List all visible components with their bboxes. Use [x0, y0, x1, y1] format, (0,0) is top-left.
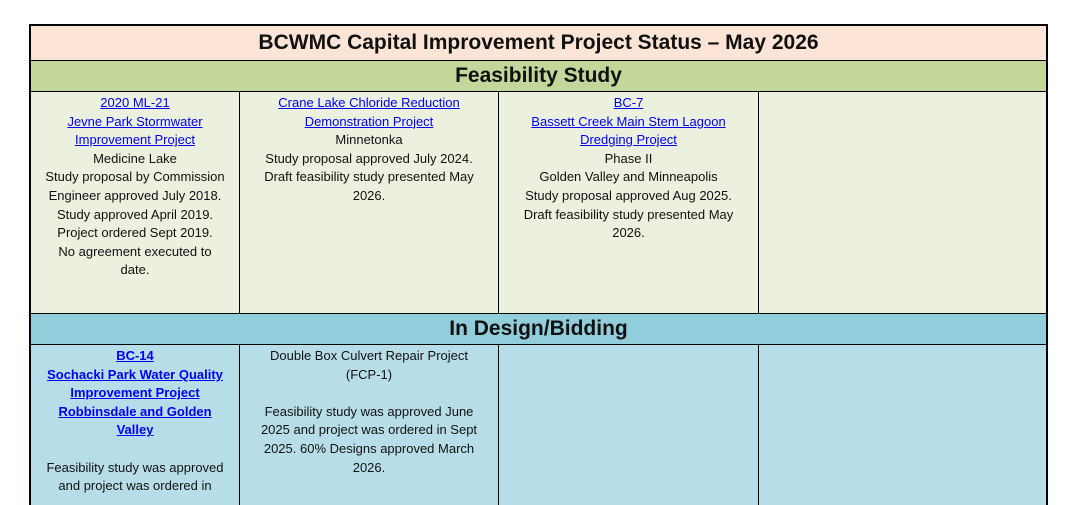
status-text: 2026. [612, 225, 645, 241]
project-cell-bc14: BC-14 Sochacki Park Water Quality Improv… [31, 345, 240, 505]
project-link-bc14-code[interactable]: BC-14 [35, 347, 235, 366]
project-link-bc14-name-2[interactable]: Improvement Project [35, 384, 235, 403]
feasibility-study-row: 2020 ML-21 Jevne Park Stormwater Improve… [31, 92, 1046, 313]
project-link-ml21-name-2[interactable]: Improvement Project [35, 131, 235, 150]
project-link-bc14-city-1[interactable]: Robbinsdale and Golden [35, 403, 235, 422]
status-text: No agreement executed to [58, 243, 212, 259]
status-text: Feasibility study was approved [46, 459, 224, 475]
project-cell-fcp1: Double Box Culvert Repair Project (FCP-1… [240, 345, 499, 505]
status-text: Engineer approved July 2018. [48, 187, 222, 203]
project-link-bc7-name-1[interactable]: Bassett Creek Main Stem Lagoon [503, 113, 754, 132]
project-cell-crane-lake: Crane Lake Chloride Reduction Demonstrat… [240, 92, 499, 313]
status-text: date. [120, 262, 150, 278]
project-link-crane-lake-1[interactable]: Crane Lake Chloride Reduction [244, 94, 494, 113]
status-text: Feasibility study was approved June [264, 403, 474, 419]
table-title: BCWMC Capital Improvement Project Status… [31, 26, 1046, 61]
project-code: (FCP-1) [345, 366, 393, 382]
project-city: Medicine Lake [93, 150, 177, 166]
project-link-bc14-city-2[interactable]: Valley [35, 421, 235, 440]
project-cell-ml21: 2020 ML-21 Jevne Park Stormwater Improve… [31, 92, 240, 313]
empty-cell [759, 345, 1046, 505]
status-text: Project ordered Sept 2019. [57, 225, 213, 241]
project-link-bc7-code[interactable]: BC-7 [503, 94, 754, 113]
status-text: Draft feasibility study presented May [523, 206, 734, 222]
cip-status-table: BCWMC Capital Improvement Project Status… [29, 24, 1048, 505]
project-link-ml21-code[interactable]: 2020 ML-21 [35, 94, 235, 113]
project-link-crane-lake-2[interactable]: Demonstration Project [244, 113, 494, 132]
empty-cell [499, 345, 759, 505]
project-name: Double Box Culvert Repair Project [270, 348, 468, 363]
project-link-bc14-name-1[interactable]: Sochacki Park Water Quality [35, 366, 235, 385]
design-bidding-row: BC-14 Sochacki Park Water Quality Improv… [31, 345, 1046, 505]
feasibility-study-heading: Feasibility Study [31, 61, 1046, 92]
project-city: Golden Valley and Minneapolis [539, 169, 718, 185]
status-text: Study proposal by Commission [45, 169, 225, 185]
status-text: 2026. [352, 459, 386, 475]
project-city: Minnetonka [335, 132, 403, 148]
status-text: 2025 and project was ordered in Sept [260, 422, 478, 438]
project-phase: Phase II [604, 150, 653, 166]
project-link-ml21-name-1[interactable]: Jevne Park Stormwater [35, 113, 235, 132]
empty-cell [759, 92, 1046, 313]
status-text: Study proposal approved Aug 2025. [525, 187, 732, 203]
status-text: Draft feasibility study presented May [264, 169, 474, 185]
design-bidding-heading: In Design/Bidding [31, 313, 1046, 345]
status-text: 2026. [352, 187, 386, 203]
project-cell-bc7: BC-7 Bassett Creek Main Stem Lagoon Dred… [499, 92, 759, 313]
status-text: 2025. 60% Designs approved March [263, 440, 475, 456]
status-text: and project was ordered in [58, 478, 212, 494]
status-text: Study proposal approved July 2024. [265, 150, 473, 166]
status-text: Study approved April 2019. [56, 206, 214, 222]
project-link-bc7-name-2[interactable]: Dredging Project [503, 131, 754, 150]
